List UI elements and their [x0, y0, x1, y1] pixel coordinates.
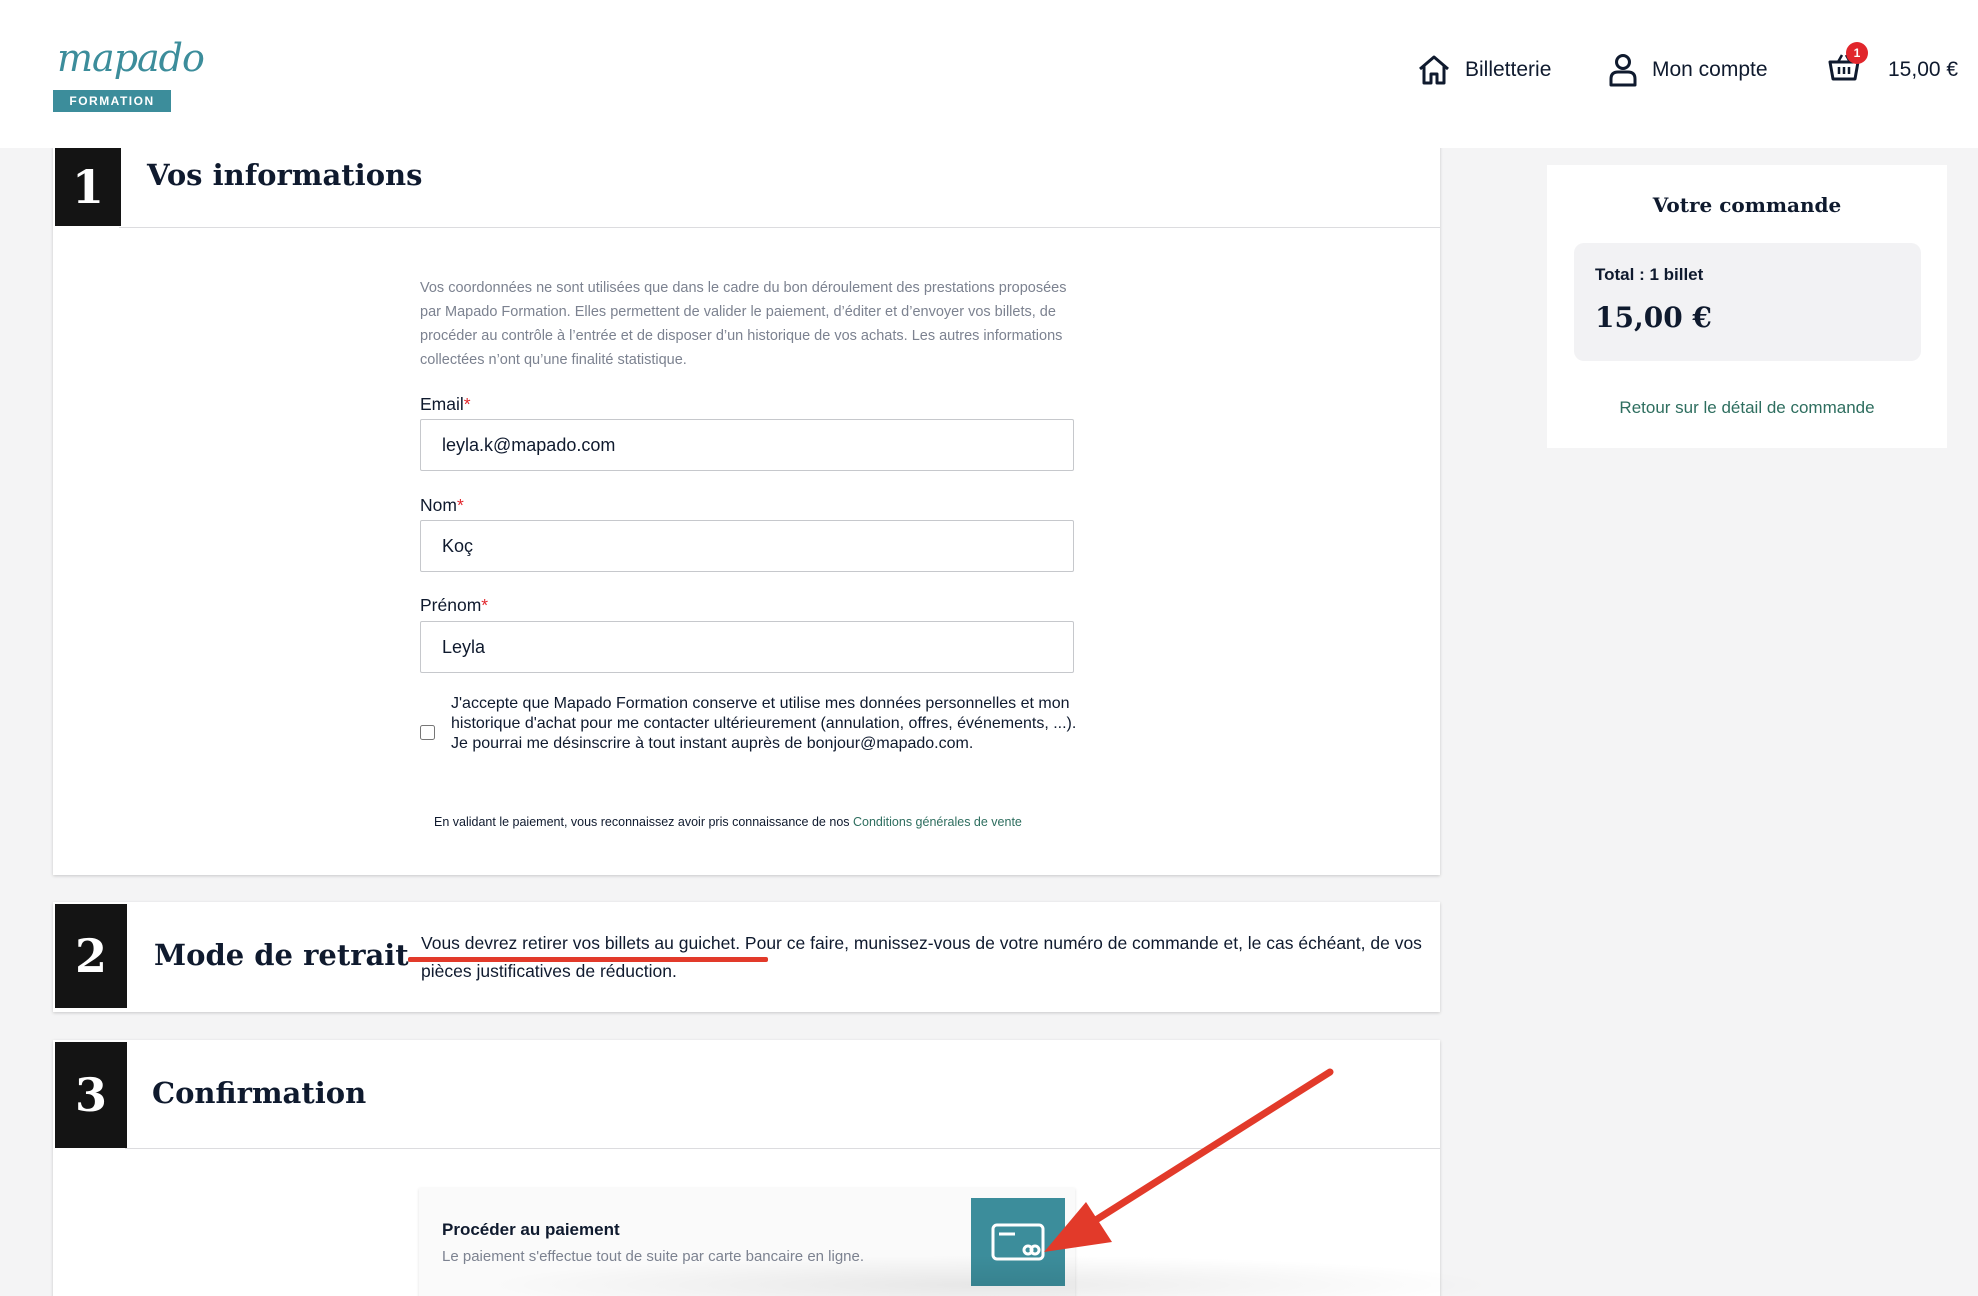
nav-billetterie[interactable]: Billetterie: [1417, 52, 1551, 88]
step-number: 3: [55, 1042, 127, 1148]
step-vos-informations: 1 Vos informations Vos coordonnées ne so…: [53, 140, 1440, 875]
site-header: mapado FORMATION Billetterie Mon compte …: [0, 0, 1978, 148]
nav-mon-compte[interactable]: Mon compte: [1608, 52, 1768, 88]
nav-mon-compte-label: Mon compte: [1652, 58, 1768, 81]
home-icon: [1419, 55, 1449, 85]
logo-wordmark: mapado: [57, 36, 205, 80]
order-summary-title: Votre commande: [1652, 193, 1842, 217]
email-field[interactable]: [420, 419, 1074, 471]
step-title: Vos informations: [147, 158, 423, 192]
step-number: 1: [55, 148, 121, 226]
payment-title: Procéder au paiement: [442, 1220, 620, 1239]
order-total-label: Total : 1 billet: [1595, 265, 1704, 284]
nom-field[interactable]: [420, 520, 1074, 572]
privacy-notice: Vos coordonnées ne sont utilisées que da…: [420, 280, 1067, 368]
required-mark: *: [481, 595, 489, 615]
required-mark: *: [456, 495, 464, 515]
logo-subtitle: FORMATION: [53, 90, 171, 112]
step-title: Confirmation: [152, 1076, 367, 1110]
order-total-box: Total : 1 billet 15,00 €: [1574, 243, 1921, 361]
consent-checkbox[interactable]: [420, 725, 435, 740]
cart-count-badge: 1: [1846, 42, 1868, 64]
annotation-underline: [408, 957, 768, 962]
cart-total: 15,00 €: [1888, 58, 1959, 81]
nom-label-text: Nom: [420, 495, 457, 515]
cart-icon-wrap: 1: [1828, 42, 1874, 88]
order-summary: Votre commande Total : 1 billet 15,00 € …: [1547, 165, 1947, 448]
step-number: 2: [55, 904, 127, 1008]
prenom-label: Prénom*: [420, 595, 488, 616]
user-icon: [1609, 54, 1637, 87]
order-total-value: 15,00 €: [1595, 301, 1712, 334]
payment-subtitle: Le paiement s'effectue tout de suite par…: [442, 1248, 865, 1265]
cgv-notice: En validant le paiement, vous reconnaiss…: [434, 815, 1022, 829]
prenom-field[interactable]: [420, 621, 1074, 673]
nav-billetterie-label: Billetterie: [1465, 58, 1552, 81]
required-mark: *: [463, 394, 471, 414]
consent-text: J'accepte que Mapado Formation conserve …: [451, 695, 1077, 752]
nom-label: Nom*: [420, 495, 464, 516]
step-mode-de-retrait: 2 Mode de retrait Vous devrez retirer vo…: [53, 902, 1440, 1012]
back-to-order-link[interactable]: Retour sur le détail de commande: [1547, 398, 1947, 418]
nav-cart[interactable]: 1 15,00 €: [1828, 42, 1959, 88]
email-label-text: Email: [420, 394, 464, 414]
cgv-text: En validant le paiement, vous reconnaiss…: [434, 815, 853, 829]
divider: [119, 227, 1440, 228]
payment-option[interactable]: Procéder au paiement Le paiement s'effec…: [419, 1188, 1075, 1296]
email-label: Email*: [420, 394, 471, 415]
step-title: Mode de retrait: [154, 938, 409, 972]
prenom-label-text: Prénom: [420, 595, 482, 615]
annotation-arrow-icon: [1044, 1068, 1334, 1252]
mapado-logo[interactable]: mapado FORMATION: [53, 36, 205, 112]
cgv-link[interactable]: Conditions générales de vente: [853, 815, 1022, 829]
